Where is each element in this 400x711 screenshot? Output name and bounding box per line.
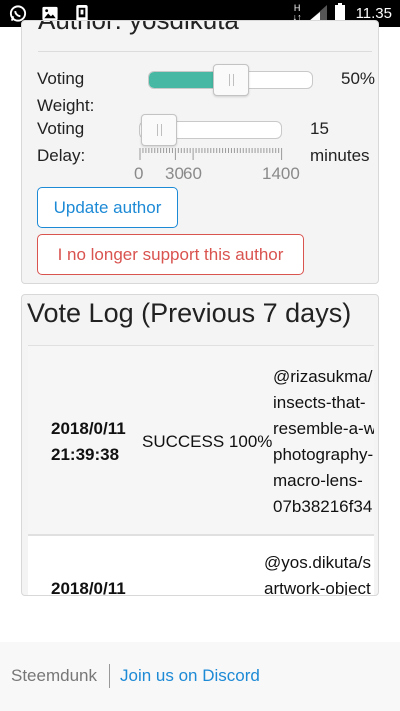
unsupport-author-button[interactable]: I no longer support this author — [37, 234, 304, 275]
author-panel: Author: yosdikuta Voting Weight: 50% Vot… — [21, 20, 379, 284]
table-row: 2018/0/11 @yos.dikuta/s artwork-object — [28, 535, 374, 595]
voting-weight-label: Voting — [37, 69, 85, 88]
delay-scale-ticks — [139, 148, 283, 160]
vote-date: 2018/0/11 — [51, 579, 126, 595]
vote-status: SUCCESS 100% — [142, 432, 273, 451]
voting-delay-unit: minutes — [310, 146, 370, 165]
tick-label-1400: 1400 — [262, 164, 300, 183]
tick-label-0: 0 — [134, 164, 144, 183]
vote-date: 2018/0/11 21:39:38 — [51, 419, 126, 464]
vote-post-link[interactable]: @yos.dikuta/s artwork-object — [264, 550, 371, 595]
vote-log-table[interactable]: 2018/0/11 21:39:38 SUCCESS 100% @rizasuk… — [28, 337, 374, 595]
footer-brand: Steemdunk — [11, 666, 97, 685]
author-title: Author: yosdikuta — [38, 20, 239, 35]
footer: Steemdunk Join us on Discord — [0, 642, 400, 711]
voting-delay-handle[interactable] — [141, 114, 177, 146]
discord-link[interactable]: Join us on Discord — [120, 666, 260, 686]
voting-weight-value: 50% — [341, 69, 376, 88]
divider — [38, 51, 372, 52]
footer-divider — [109, 664, 110, 688]
voting-weight-handle[interactable] — [212, 64, 249, 96]
voting-delay-value: 15 — [310, 119, 329, 138]
vote-log-panel: Vote Log (Previous 7 days) 2018/0/11 21:… — [21, 294, 379, 596]
tick-label-30: 30 — [165, 164, 184, 183]
clock: 11.35 — [355, 4, 392, 22]
vote-log-title: Vote Log (Previous 7 days) — [27, 298, 352, 328]
voting-delay-label: Voting — [37, 119, 85, 138]
tick-label-60: 60 — [183, 164, 202, 183]
vote-post-link[interactable]: @rizasukma/ insects-that- resemble-a-w p… — [273, 364, 374, 520]
voting-delay-label-2: Delay: — [37, 146, 86, 165]
table-row: 2018/0/11 21:39:38 SUCCESS 100% @rizasuk… — [28, 345, 374, 535]
update-author-button[interactable]: Update author — [37, 187, 178, 228]
